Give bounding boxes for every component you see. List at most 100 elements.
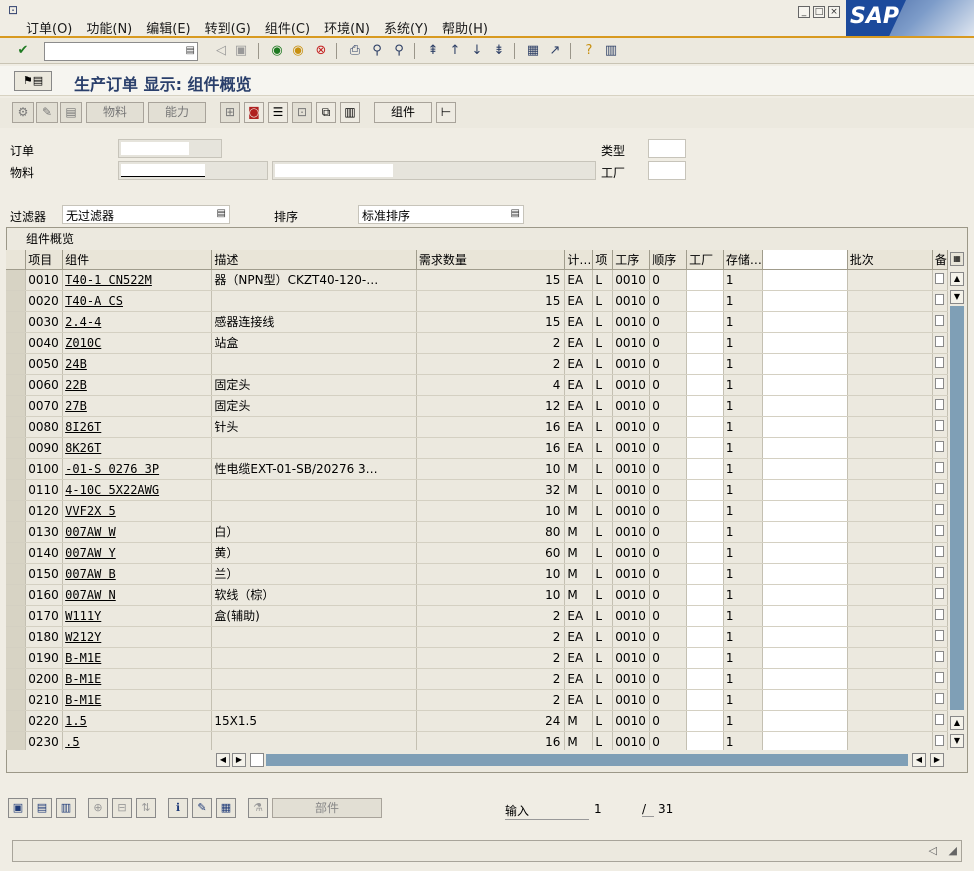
scroll-right-end-icon[interactable]: ▶ bbox=[930, 753, 944, 767]
row-selector[interactable] bbox=[6, 416, 27, 438]
column-header[interactable] bbox=[762, 250, 848, 270]
horizontal-scrollbar[interactable]: ◀ ▶ ◀ ▶ bbox=[214, 752, 946, 768]
column-header[interactable]: 存储… bbox=[723, 250, 763, 270]
last-page-icon[interactable]: ⇟ bbox=[490, 42, 508, 60]
row-checkbox[interactable] bbox=[934, 398, 944, 410]
table-row[interactable]: 0060 22B 固定头 4 EA L 0010 0 1 bbox=[6, 374, 948, 396]
command-field[interactable]: ▤ bbox=[44, 42, 198, 61]
components-button[interactable]: 组件 bbox=[374, 102, 432, 123]
row-selector[interactable] bbox=[6, 605, 27, 627]
column-header[interactable]: 工厂 bbox=[686, 250, 724, 270]
select-all-icon[interactable]: ▣ bbox=[8, 798, 28, 818]
table-row[interactable]: 0100 -01-S 0276 3P 性电缆EXT-01-SB/20276 3… 10… bbox=[6, 458, 948, 480]
column-header[interactable]: 批次 bbox=[847, 250, 933, 270]
row-component-cell[interactable]: 2.4-4 bbox=[62, 311, 213, 333]
next-page-icon[interactable]: ↓ bbox=[468, 42, 486, 60]
row-checkbox[interactable] bbox=[934, 461, 944, 473]
scroll-left-end-icon[interactable]: ◀ bbox=[912, 753, 926, 767]
scroll-up-icon[interactable]: ▲ bbox=[950, 272, 964, 286]
menu-item[interactable]: 功能(N) bbox=[86, 18, 132, 37]
menu-item[interactable]: 订单(O) bbox=[26, 18, 72, 37]
menu-item[interactable]: 转到(G) bbox=[205, 18, 251, 37]
menu-item[interactable]: 组件(C) bbox=[265, 18, 310, 37]
row-checkbox[interactable] bbox=[934, 356, 944, 368]
new-session-icon[interactable]: ▦ bbox=[524, 42, 542, 60]
table-row[interactable]: 0030 2.4-4 感器连接线 15 EA L 0010 0 1 bbox=[6, 311, 948, 333]
page-down-icon[interactable]: ▼ bbox=[950, 734, 964, 748]
row-checkbox[interactable] bbox=[934, 734, 944, 746]
row-checkbox[interactable] bbox=[934, 566, 944, 578]
row-component-cell[interactable]: 4-10C 5X22AWG bbox=[62, 479, 213, 501]
help-icon[interactable]: ? bbox=[580, 42, 598, 60]
find-next-icon[interactable]: ⚲ bbox=[390, 42, 408, 60]
table-row[interactable]: 0080 8I26T 针头 16 EA L 0010 0 1 bbox=[6, 416, 948, 438]
sort-select[interactable]: 标准排序 ▤ bbox=[358, 205, 524, 224]
table-row[interactable]: 0150 007AW B 兰） 10 M L 0010 0 1 bbox=[6, 563, 948, 585]
column-header[interactable]: 项 bbox=[592, 250, 614, 270]
row-selector[interactable] bbox=[6, 626, 27, 648]
window-menu-icon[interactable]: ⊡ bbox=[8, 3, 18, 17]
column-header[interactable]: 描述 bbox=[211, 250, 417, 270]
row-component-cell[interactable]: 007AW W bbox=[62, 521, 213, 543]
filter-dropdown-icon[interactable]: ▤ bbox=[217, 208, 226, 219]
row-selector[interactable] bbox=[6, 542, 27, 564]
table-row[interactable]: 0130 007AW W 白） 80 M L 0010 0 1 bbox=[6, 521, 948, 543]
row-component-cell[interactable]: VVF2X 5 bbox=[62, 500, 213, 522]
table-row[interactable]: 0160 007AW N 软线（棕） 10 M L 0010 0 1 bbox=[6, 584, 948, 606]
command-dropdown-icon[interactable]: ▤ bbox=[186, 45, 195, 56]
column-header[interactable]: 组件 bbox=[62, 250, 213, 270]
list-icon[interactable]: ▥ bbox=[340, 102, 360, 123]
enter-icon[interactable]: ✔ bbox=[14, 42, 32, 60]
table-row[interactable]: 0170 W111Y 盒(辅助) 2 EA L 0010 0 1 bbox=[6, 605, 948, 627]
column-header[interactable]: 项目 bbox=[25, 250, 64, 270]
table-row[interactable]: 0200 B-M1E 2 EA L 0010 0 1 bbox=[6, 668, 948, 690]
row-component-cell[interactable]: 1.5 bbox=[62, 710, 213, 732]
table-row[interactable]: 0120 VVF2X 5 10 M L 0010 0 1 bbox=[6, 500, 948, 522]
row-checkbox[interactable] bbox=[934, 629, 944, 641]
table-row[interactable]: 0140 007AW Y 黄） 60 M L 0010 0 1 bbox=[6, 542, 948, 564]
resize-grip-icon[interactable]: ◢ bbox=[949, 844, 957, 857]
status-expand-icon[interactable]: ◁ bbox=[929, 844, 937, 857]
row-component-cell[interactable]: T40-1 CN522M bbox=[62, 269, 213, 291]
column-header[interactable]: 需求数量 bbox=[416, 250, 566, 270]
row-checkbox[interactable] bbox=[934, 692, 944, 704]
row-component-cell[interactable]: 22B bbox=[62, 374, 213, 396]
row-component-cell[interactable]: Z010C bbox=[62, 332, 213, 354]
row-component-cell[interactable]: B-M1E bbox=[62, 668, 213, 690]
minimize-icon[interactable]: _ bbox=[798, 6, 810, 18]
row-checkbox[interactable] bbox=[934, 272, 944, 284]
table-row[interactable]: 0190 B-M1E 2 EA L 0010 0 1 bbox=[6, 647, 948, 669]
row-component-cell[interactable]: W111Y bbox=[62, 605, 213, 627]
entry-value[interactable]: 1 bbox=[594, 802, 602, 816]
table-row[interactable]: 0090 8K26T 16 EA L 0010 0 1 bbox=[6, 437, 948, 459]
row-component-cell[interactable]: -01-S 0276 3P bbox=[62, 458, 213, 480]
menu-item[interactable]: 系统(Y) bbox=[384, 18, 428, 37]
row-selector[interactable] bbox=[6, 563, 27, 585]
detail-icon[interactable]: ℹ bbox=[168, 798, 188, 818]
back-icon[interactable]: ◉ bbox=[268, 42, 286, 60]
column-header[interactable]: 备 bbox=[932, 250, 948, 270]
first-page-icon[interactable]: ⇞ bbox=[424, 42, 442, 60]
previous-page-icon[interactable]: ↑ bbox=[446, 42, 464, 60]
row-checkbox[interactable] bbox=[934, 713, 944, 725]
row-selector-header[interactable] bbox=[6, 250, 27, 270]
table-row[interactable]: 0210 B-M1E 2 EA L 0010 0 1 bbox=[6, 689, 948, 711]
row-selector[interactable] bbox=[6, 668, 27, 690]
row-selector[interactable] bbox=[6, 395, 27, 417]
row-component-cell[interactable]: 27B bbox=[62, 395, 213, 417]
menu-item[interactable]: 编辑(E) bbox=[146, 18, 190, 37]
column-header[interactable]: 计… bbox=[564, 250, 594, 270]
find-icon[interactable]: ⚲ bbox=[368, 42, 386, 60]
row-checkbox[interactable] bbox=[934, 608, 944, 620]
row-selector[interactable] bbox=[6, 500, 27, 522]
page-up-icon[interactable]: ▲ bbox=[950, 716, 964, 730]
row-selector[interactable] bbox=[6, 521, 27, 543]
row-component-cell[interactable]: 007AW B bbox=[62, 563, 213, 585]
row-checkbox[interactable] bbox=[934, 545, 944, 557]
horizontal-scroll-track[interactable] bbox=[266, 754, 908, 766]
cancel-icon[interactable]: ⊗ bbox=[312, 42, 330, 60]
row-checkbox[interactable] bbox=[934, 671, 944, 683]
row-selector[interactable] bbox=[6, 290, 27, 312]
menu-item[interactable]: 帮助(H) bbox=[442, 18, 488, 37]
row-component-cell[interactable]: .5 bbox=[62, 731, 213, 750]
